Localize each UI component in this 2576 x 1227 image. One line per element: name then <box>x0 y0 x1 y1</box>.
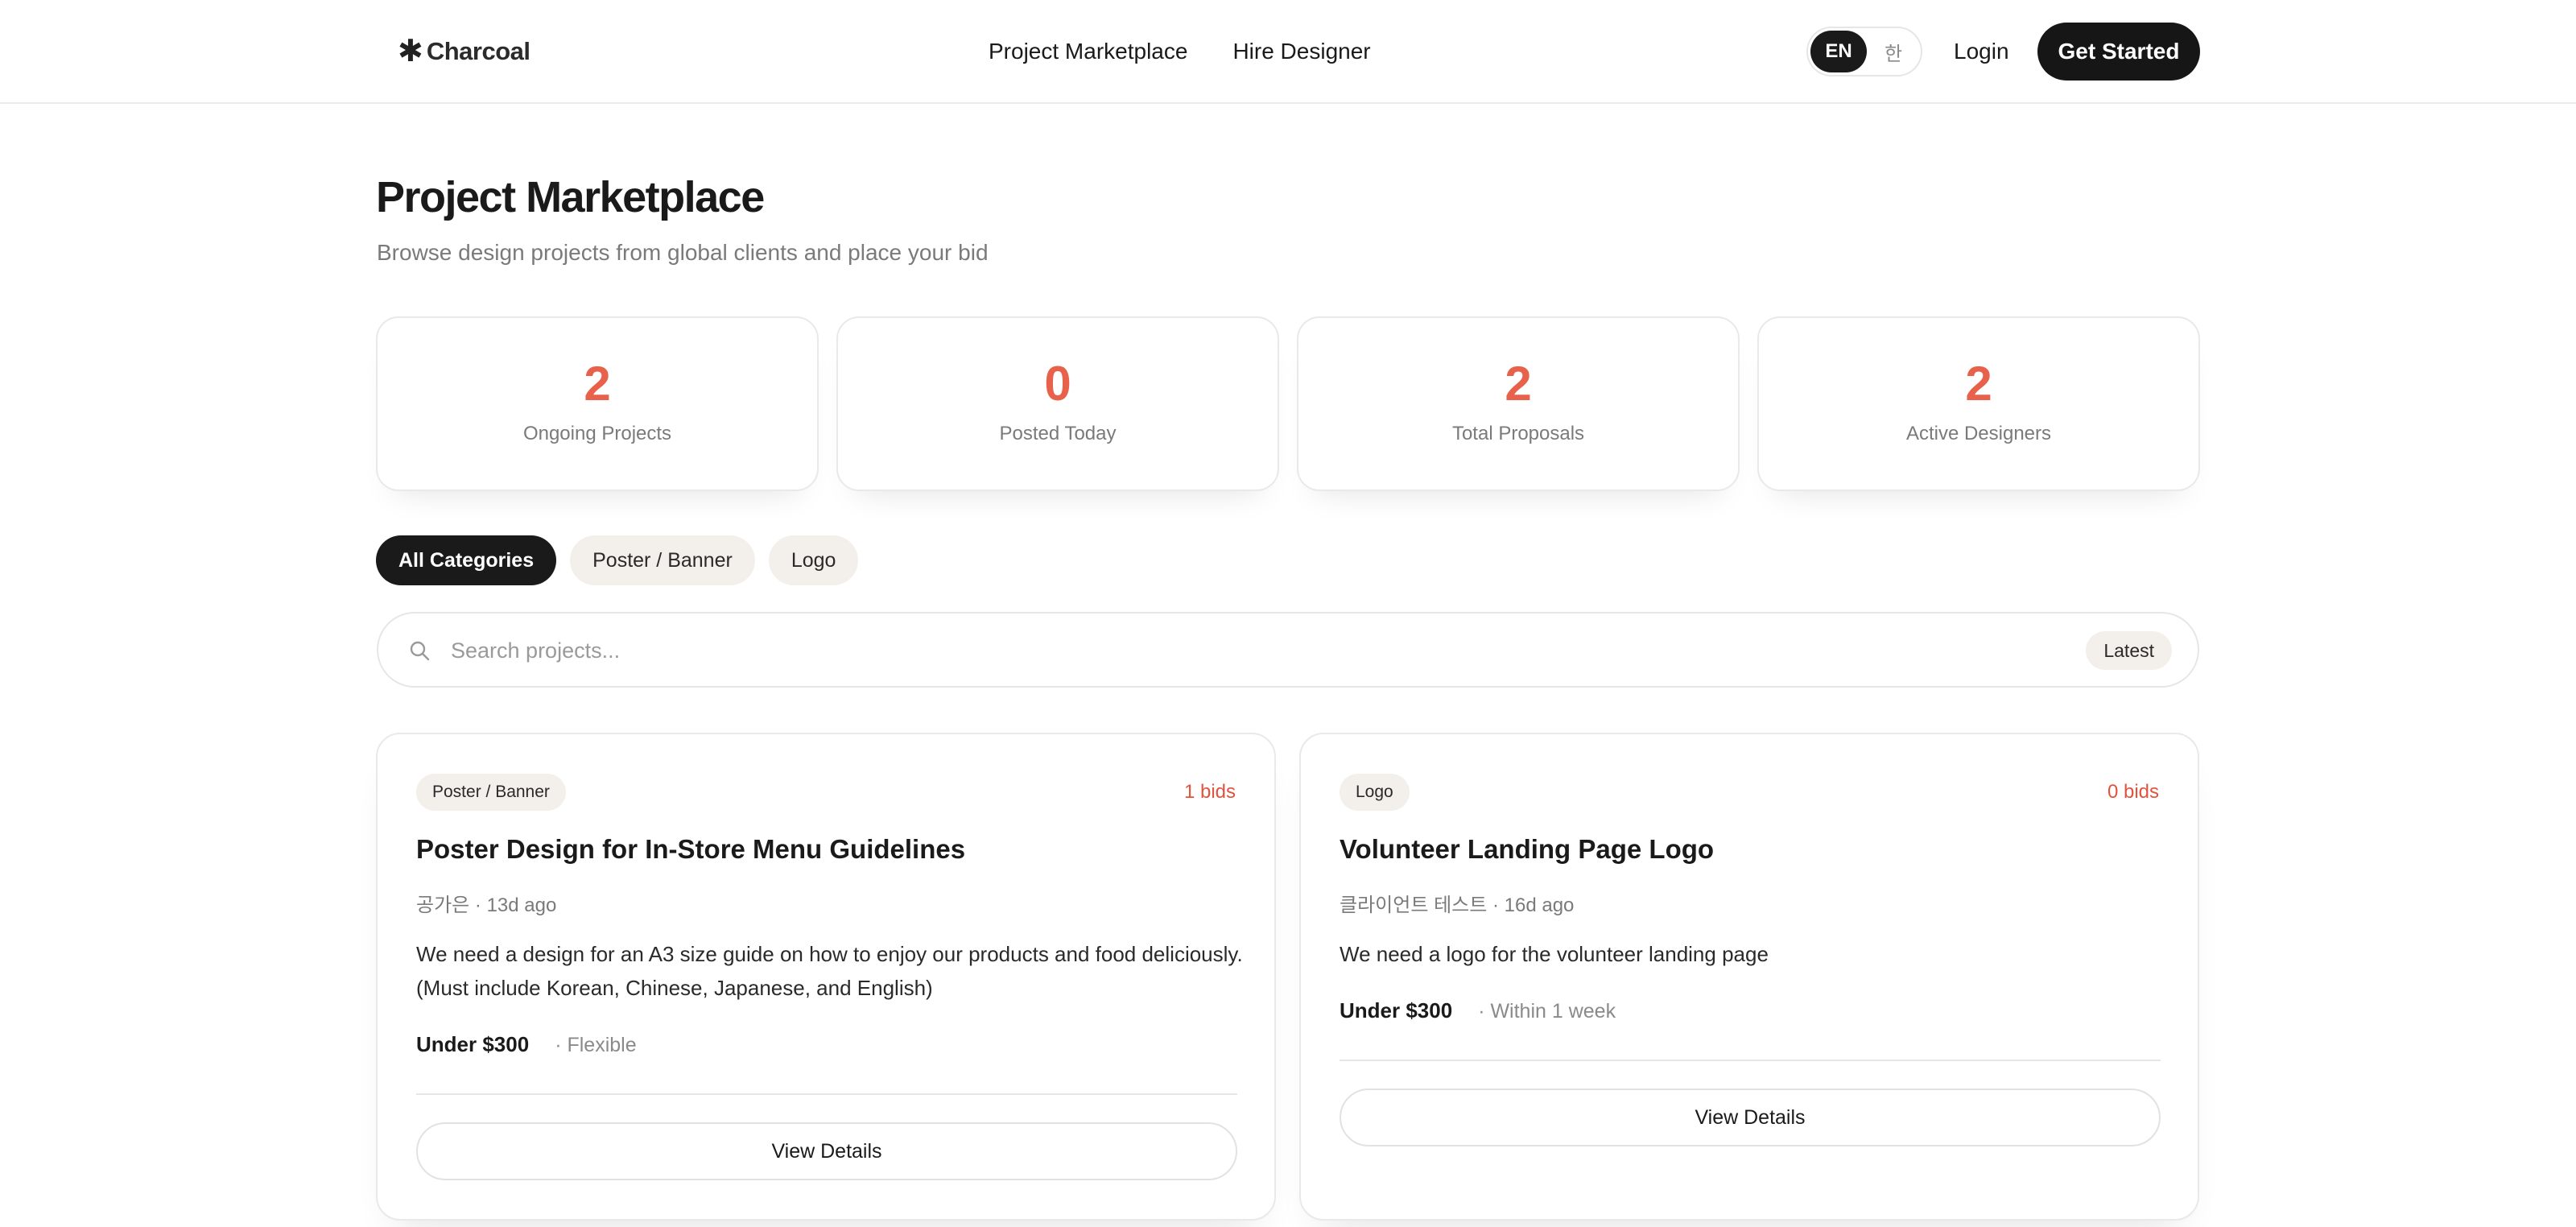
stat-label: Ongoing Projects <box>522 423 672 444</box>
project-meta: 공가은 · 13d ago <box>416 894 557 916</box>
stat-card-active-designers: 2 Active Designers <box>1757 316 2200 491</box>
nav-hire-designer[interactable]: Hire Designer <box>1232 35 1370 68</box>
stat-label: Posted Today <box>999 423 1117 444</box>
top-header: ✱ Charcoal Project Marketplace Hire Desi… <box>0 0 2576 104</box>
get-started-button[interactable]: Get Started <box>2037 23 2200 81</box>
project-timeline: · Within 1 week <box>1478 1000 1616 1022</box>
search-input[interactable] <box>451 630 1980 671</box>
stat-value: 0 <box>1044 357 1071 411</box>
card-divider <box>1340 1060 2161 1061</box>
bid-count: 1 bids <box>1183 781 1236 803</box>
main-nav: Project Marketplace Hire Designer <box>989 35 1371 68</box>
project-title[interactable]: Volunteer Landing Page Logo <box>1340 834 1714 865</box>
stat-value: 2 <box>584 357 611 411</box>
page-title: Project Marketplace <box>376 173 765 221</box>
category-chip-poster-banner[interactable]: Poster / Banner <box>570 535 755 585</box>
category-filter: All Categories Poster / Banner Logo <box>376 535 859 585</box>
language-toggle: EN 한 <box>1806 27 1922 76</box>
asterisk-logo-icon: ✱ <box>398 35 423 68</box>
nav-project-marketplace[interactable]: Project Marketplace <box>989 35 1187 68</box>
category-badge: Poster / Banner <box>416 774 566 811</box>
project-title[interactable]: Poster Design for In-Store Menu Guidelin… <box>416 834 965 865</box>
project-terms: Under $300 · Flexible <box>416 1032 637 1057</box>
category-chip-all[interactable]: All Categories <box>376 535 557 585</box>
view-details-button[interactable]: View Details <box>1340 1089 2161 1146</box>
stat-value: 2 <box>1505 357 1532 411</box>
login-link[interactable]: Login <box>1954 35 2009 68</box>
view-details-button[interactable]: View Details <box>416 1122 1237 1180</box>
project-budget: Under $300 <box>416 1032 530 1056</box>
project-card: Logo 0 bids Volunteer Landing Page Logo … <box>1299 733 2199 1221</box>
project-description: We need a design for an A3 size guide on… <box>416 942 1243 1000</box>
project-terms: Under $300 · Within 1 week <box>1340 998 1616 1023</box>
project-card: Poster / Banner 1 bids Poster Design for… <box>376 733 1276 1221</box>
brand-logo[interactable]: ✱ Charcoal <box>398 35 530 68</box>
category-chip-logo[interactable]: Logo <box>768 535 859 585</box>
stat-card-ongoing: 2 Ongoing Projects <box>376 316 819 491</box>
project-budget: Under $300 <box>1340 998 1453 1022</box>
category-badge: Logo <box>1340 774 1410 811</box>
bid-count: 0 bids <box>2107 781 2159 803</box>
sort-select[interactable]: Latest <box>2086 631 2172 670</box>
stat-card-posted-today: 0 Posted Today <box>836 316 1279 491</box>
card-divider <box>416 1093 1237 1095</box>
search-icon <box>410 641 430 661</box>
brand-name: Charcoal <box>426 37 530 65</box>
stat-value: 2 <box>1965 357 1992 411</box>
project-description: We need a logo for the volunteer landing… <box>1340 942 1769 966</box>
stat-label: Active Designers <box>1905 423 2052 444</box>
lang-en-option[interactable]: EN <box>1810 31 1867 72</box>
project-timeline: · Flexible <box>555 1034 637 1056</box>
search-bar: Latest <box>377 612 2199 688</box>
stat-card-total-proposals: 2 Total Proposals <box>1297 316 1740 491</box>
stat-label: Total Proposals <box>1451 423 1585 444</box>
page-subtitle: Browse design projects from global clien… <box>377 240 989 265</box>
stats-row: 2 Ongoing Projects 0 Posted Today 2 Tota… <box>376 316 2200 491</box>
lang-ko-option[interactable]: 한 <box>1872 31 1915 72</box>
project-meta: 클라이언트 테스트 · 16d ago <box>1340 894 1575 916</box>
